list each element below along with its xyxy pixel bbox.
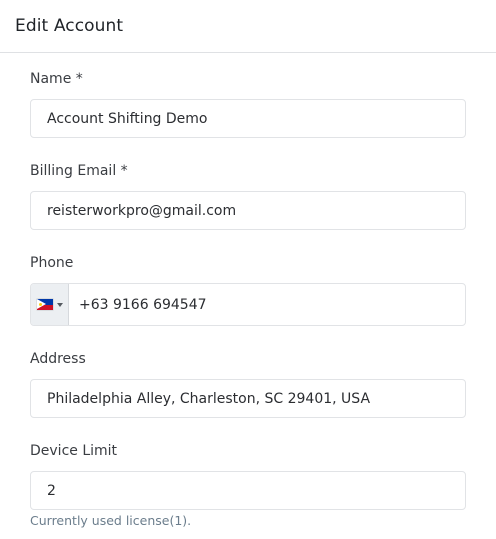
phone-label: Phone: [30, 255, 74, 271]
caret-down-icon: [56, 302, 63, 307]
billing-email-input[interactable]: [30, 191, 466, 230]
device-limit-input[interactable]: [30, 471, 466, 510]
name-input[interactable]: [30, 99, 466, 138]
address-input[interactable]: [30, 379, 466, 418]
country-code-dropdown[interactable]: [31, 284, 69, 325]
name-label: Name *: [30, 71, 83, 87]
philippines-flag-icon: [36, 299, 53, 310]
device-limit-label: Device Limit: [30, 443, 118, 459]
phone-field: [30, 283, 466, 326]
phone-input[interactable]: [69, 285, 465, 324]
modal-title: Edit Account: [15, 16, 124, 36]
billing-email-label: Billing Email *: [30, 163, 128, 179]
modal-header: Edit Account: [0, 0, 496, 53]
address-label: Address: [30, 351, 86, 367]
license-usage-help: Currently used license(1).: [30, 513, 192, 528]
